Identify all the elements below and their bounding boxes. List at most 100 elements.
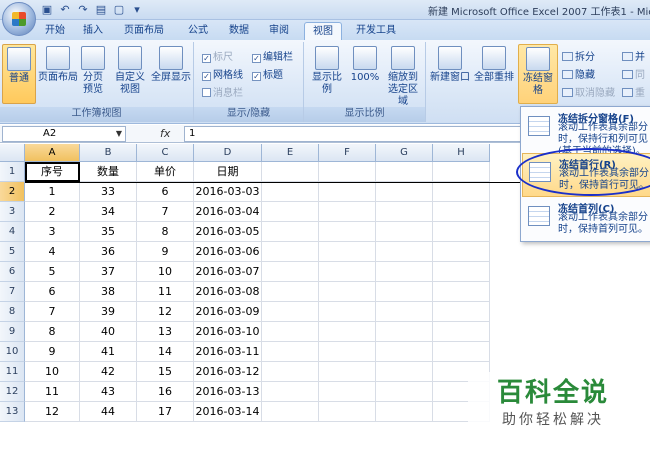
cell[interactable] xyxy=(376,342,433,362)
tab-view[interactable]: 视图 xyxy=(304,22,342,40)
side-by-side-button[interactable]: 并 xyxy=(622,48,645,63)
cell[interactable] xyxy=(433,162,490,182)
cell[interactable] xyxy=(262,182,319,202)
cell[interactable] xyxy=(376,162,433,182)
cell[interactable]: 43 xyxy=(80,382,137,402)
row-header[interactable]: 1 xyxy=(0,162,25,182)
tab-review[interactable]: 审阅 xyxy=(263,22,295,40)
office-button[interactable] xyxy=(2,2,36,36)
undo-icon[interactable]: ↶ xyxy=(58,3,72,17)
cell[interactable]: 2016-03-14 xyxy=(194,402,262,422)
cell[interactable] xyxy=(319,322,376,342)
freeze-panes-button[interactable]: 冻结窗格 xyxy=(518,44,558,104)
cell[interactable] xyxy=(262,282,319,302)
ruler-checkbox[interactable]: ✓ 标尺 xyxy=(202,48,233,63)
cell[interactable]: 44 xyxy=(80,402,137,422)
select-all-corner[interactable] xyxy=(0,144,25,162)
cell[interactable] xyxy=(319,362,376,382)
formula-bar-checkbox[interactable]: ✓ 编辑栏 xyxy=(252,48,293,63)
cell[interactable]: 36 xyxy=(80,242,137,262)
column-header-c[interactable]: C xyxy=(137,144,194,162)
cell[interactable]: 15 xyxy=(137,362,194,382)
column-header-h[interactable]: H xyxy=(433,144,490,162)
sync-scroll-button[interactable]: 同 xyxy=(622,66,645,81)
cell[interactable]: 12 xyxy=(137,302,194,322)
cell[interactable] xyxy=(319,222,376,242)
cell[interactable]: 2016-03-07 xyxy=(194,262,262,282)
print-preview-icon[interactable]: ▤ xyxy=(94,3,108,17)
cell[interactable]: 2 xyxy=(25,202,80,222)
tab-home[interactable]: 开始 xyxy=(40,22,70,40)
cell[interactable] xyxy=(262,342,319,362)
reset-position-button[interactable]: 重 xyxy=(622,84,645,99)
row-header[interactable]: 2 xyxy=(0,182,25,202)
cell[interactable]: 38 xyxy=(80,282,137,302)
cell[interactable]: 2016-03-05 xyxy=(194,222,262,242)
row-header[interactable]: 13 xyxy=(0,402,25,422)
chevron-down-icon[interactable]: ▼ xyxy=(116,127,122,141)
cell[interactable] xyxy=(319,302,376,322)
cell[interactable] xyxy=(319,342,376,362)
column-header-f[interactable]: F xyxy=(319,144,376,162)
cell[interactable] xyxy=(319,242,376,262)
cell[interactable] xyxy=(433,322,490,342)
cell[interactable] xyxy=(433,302,490,322)
cell[interactable]: 10 xyxy=(25,362,80,382)
cell[interactable]: 2016-03-13 xyxy=(194,382,262,402)
cell[interactable] xyxy=(319,182,376,202)
zoom-100-button[interactable]: 100% xyxy=(350,44,380,104)
cell[interactable] xyxy=(433,262,490,282)
cell[interactable]: 11 xyxy=(137,282,194,302)
cell[interactable]: 2016-03-09 xyxy=(194,302,262,322)
cell[interactable]: 8 xyxy=(137,222,194,242)
cell[interactable]: 日期 xyxy=(194,162,262,182)
cell[interactable]: 2016-03-11 xyxy=(194,342,262,362)
cell[interactable] xyxy=(262,322,319,342)
arrange-all-button[interactable]: 全部重排 xyxy=(474,44,514,104)
cell[interactable]: 7 xyxy=(137,202,194,222)
column-header-g[interactable]: G xyxy=(376,144,433,162)
name-box[interactable]: A2 ▼ xyxy=(2,126,126,142)
cell[interactable] xyxy=(319,382,376,402)
page-break-preview-button[interactable]: 分页预览 xyxy=(80,44,106,104)
zoom-button[interactable]: 显示比例 xyxy=(308,44,346,104)
unhide-button[interactable]: 取消隐藏 xyxy=(562,84,615,99)
cell[interactable] xyxy=(262,362,319,382)
cell[interactable] xyxy=(376,182,433,202)
column-header-d[interactable]: D xyxy=(194,144,262,162)
save-icon[interactable]: ▣ xyxy=(40,3,54,17)
row-header[interactable]: 5 xyxy=(0,242,25,262)
cell[interactable] xyxy=(376,262,433,282)
cell[interactable] xyxy=(433,282,490,302)
column-header-b[interactable]: B xyxy=(80,144,137,162)
cell[interactable] xyxy=(262,402,319,422)
row-header[interactable]: 4 xyxy=(0,222,25,242)
cell[interactable] xyxy=(262,162,319,182)
cell[interactable] xyxy=(262,262,319,282)
cell[interactable] xyxy=(376,302,433,322)
cell[interactable] xyxy=(262,222,319,242)
cell[interactable]: 16 xyxy=(137,382,194,402)
menu-item-freeze-first-column[interactable]: 冻结首列(C) 滚动工作表其余部分时，保持首列可见。 xyxy=(522,198,650,242)
menu-item-freeze-panes[interactable]: 冻结拆分窗格(F) 滚动工作表其余部分时，保持行和列可见(基于当前的选择)。 xyxy=(522,108,650,157)
cell[interactable]: 11 xyxy=(25,382,80,402)
cell[interactable] xyxy=(262,382,319,402)
cell[interactable] xyxy=(376,202,433,222)
tab-data[interactable]: 数据 xyxy=(222,22,256,40)
cell[interactable]: 42 xyxy=(80,362,137,382)
cell[interactable] xyxy=(433,342,490,362)
cell[interactable]: 13 xyxy=(137,322,194,342)
cell[interactable]: 5 xyxy=(25,262,80,282)
fullscreen-button[interactable]: 全屏显示 xyxy=(150,44,192,104)
cell[interactable]: 33 xyxy=(80,182,137,202)
hide-button[interactable]: 隐藏 xyxy=(562,66,595,81)
cell[interactable] xyxy=(262,202,319,222)
cell[interactable] xyxy=(376,362,433,382)
split-button[interactable]: 拆分 xyxy=(562,48,595,63)
cell[interactable]: 14 xyxy=(137,342,194,362)
insert-function-icon[interactable]: fx xyxy=(160,127,170,140)
cell[interactable] xyxy=(262,242,319,262)
tab-developer[interactable]: 开发工具 xyxy=(350,22,402,40)
cell[interactable] xyxy=(319,162,376,182)
cell[interactable]: 7 xyxy=(25,302,80,322)
